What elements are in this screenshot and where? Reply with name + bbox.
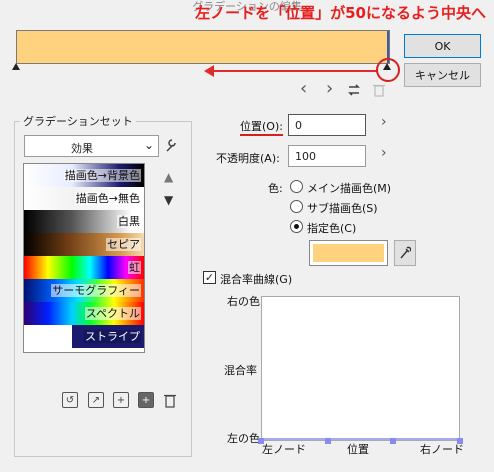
swap-icon[interactable] (347, 83, 361, 97)
main-color-label: メイン描画色(M) (307, 182, 392, 195)
preset-label: スペクトル (84, 307, 141, 320)
main-color-radio[interactable] (290, 180, 303, 193)
curve-point[interactable] (325, 438, 331, 444)
preset-label: 白黒 (117, 215, 141, 228)
opacity-input[interactable]: 100 (288, 145, 366, 167)
annotation-arrow-line (210, 70, 378, 72)
graph-x-left-label: 左ノード (262, 443, 306, 456)
position-input[interactable]: 0 (288, 114, 366, 136)
preset-item[interactable]: 虹 (24, 256, 144, 279)
wrench-icon[interactable] (164, 137, 178, 153)
gradient-set-title: グラデーションセット (20, 113, 136, 129)
trash-icon[interactable] (373, 83, 385, 97)
import-icon[interactable]: ↺ (62, 392, 78, 408)
specified-color-radio[interactable] (290, 220, 303, 233)
position-arrow-icon[interactable]: › (381, 114, 387, 130)
instruction-annotation: 左ノードを「位置」が50になるよう中央へ (195, 4, 486, 22)
preset-label: セピア (106, 238, 141, 251)
blend-curve-checkbox[interactable]: ✓ (203, 271, 216, 284)
chevron-down-icon: ⌄ (143, 138, 154, 152)
delete-icon[interactable] (163, 392, 177, 408)
color-swatch (313, 244, 384, 262)
preset-item[interactable]: スペクトル (24, 302, 144, 325)
export-icon[interactable]: ↗ (88, 392, 104, 408)
left-node-marker[interactable] (12, 63, 20, 70)
opacity-arrow-icon[interactable]: › (381, 145, 387, 161)
gradient-set-select[interactable]: 効果 ⌄ (24, 135, 159, 157)
color-swatch-button[interactable] (309, 240, 388, 266)
preset-item[interactable]: 描画色→背景色 (24, 164, 144, 187)
duplicate-icon[interactable]: + (113, 392, 129, 408)
preset-item[interactable]: 描画色→無色 (24, 187, 144, 210)
add-gradient-icon[interactable]: + (138, 392, 154, 408)
eyedropper-icon (400, 246, 411, 259)
blend-curve-graph[interactable] (261, 296, 460, 441)
gradient-set-select-value: 効果 (71, 142, 93, 155)
blend-curve-line (262, 438, 459, 440)
sub-color-radio[interactable] (290, 200, 303, 213)
position-label: 位置(O): (240, 118, 283, 136)
gradient-bar[interactable] (16, 30, 390, 64)
graph-y-bottom-label: 左の色 (227, 432, 260, 445)
graph-y-mid-label: 混合率 (224, 364, 257, 377)
preset-label: サーモグラフィー (51, 284, 141, 297)
opacity-label: 不透明度(A): (216, 152, 280, 165)
annotation-circle (376, 58, 400, 82)
sub-color-label: サブ描画色(S) (307, 202, 378, 215)
preset-label: 描画色→無色 (74, 192, 141, 205)
preset-item[interactable]: 白黒 (24, 210, 144, 233)
gradient-preset-list[interactable]: 描画色→背景色 描画色→無色 白黒 セピア 虹 サーモグラフィー スペクトル ス… (23, 163, 145, 353)
preset-label: ストライプ (84, 330, 141, 343)
graph-y-top-label: 右の色 (227, 295, 260, 308)
eyedropper-button[interactable] (394, 240, 416, 266)
preset-item[interactable]: ストライプ (24, 325, 144, 348)
preset-item[interactable]: サーモグラフィー (24, 279, 144, 302)
specified-color-label: 指定色(C) (307, 222, 357, 235)
preset-item[interactable]: セピア (24, 233, 144, 256)
curve-point[interactable] (390, 438, 396, 444)
ok-button[interactable]: OK (404, 34, 481, 58)
annotation-arrow-head (204, 65, 214, 77)
blend-curve-label: 混合率曲線(G) (220, 273, 293, 286)
chevron-right-icon[interactable]: › (326, 78, 333, 99)
preset-label: 描画色→背景色 (63, 169, 141, 182)
graph-x-right-label: 右ノード (420, 443, 464, 456)
cancel-button[interactable]: キャンセル (404, 63, 481, 87)
color-label: 色: (268, 182, 283, 195)
move-down-icon[interactable]: ▼ (164, 193, 173, 207)
graph-x-mid-label: 位置 (347, 443, 369, 456)
move-up-icon[interactable]: ▲ (164, 170, 173, 184)
chevron-left-icon[interactable]: ‹ (300, 78, 307, 99)
preset-label: 虹 (128, 261, 141, 274)
